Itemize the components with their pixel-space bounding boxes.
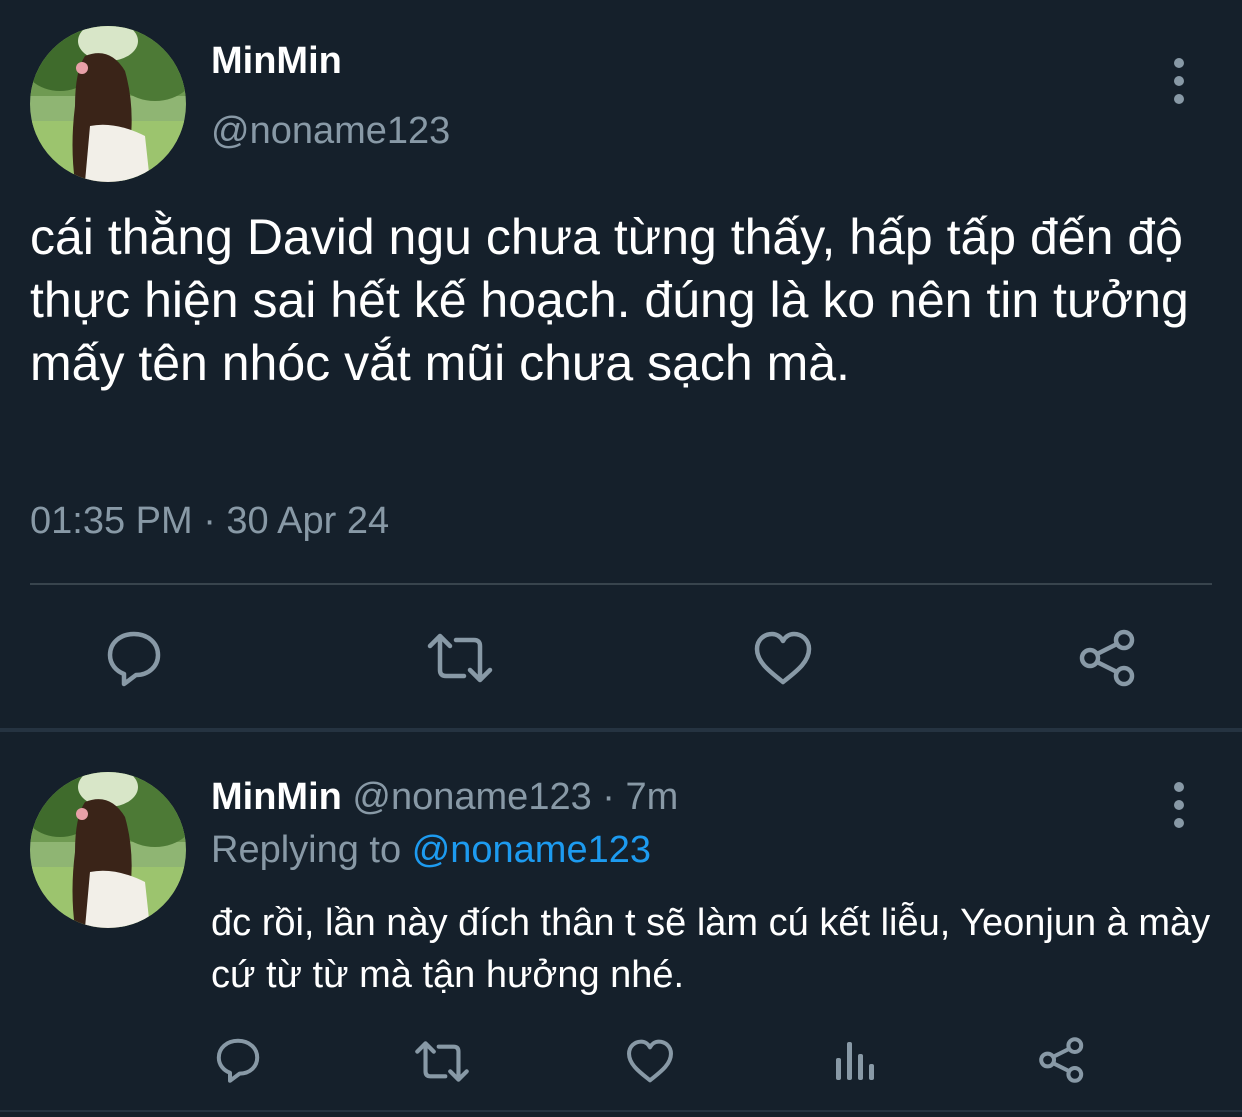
tweet-text: đc rồi, lần này đích thân t sẽ làm cú kế… — [211, 902, 1211, 996]
more-options-icon[interactable] — [1172, 782, 1186, 828]
retweet-icon[interactable] — [426, 632, 494, 689]
user-handle[interactable]: @noname123 — [211, 110, 450, 153]
share-icon[interactable] — [1078, 628, 1138, 693]
reply-icon[interactable] — [214, 1036, 262, 1089]
share-icon[interactable] — [1038, 1036, 1086, 1089]
divider — [0, 1110, 1242, 1112]
handle-and-time[interactable]: @noname123 · 7m — [352, 776, 678, 818]
more-options-icon[interactable] — [1172, 58, 1186, 104]
main-tweet: MinMin @noname123 cái thằng David ngu ch… — [0, 0, 1242, 730]
reply-icon[interactable] — [104, 628, 164, 693]
retweet-icon[interactable] — [414, 1040, 470, 1088]
replying-label: Replying to — [211, 829, 402, 871]
avatar[interactable] — [30, 26, 186, 182]
divider — [30, 583, 1212, 585]
display-name[interactable]: MinMin — [211, 776, 342, 818]
display-name[interactable]: MinMin — [211, 40, 342, 83]
tweet-timestamp[interactable]: 01:35 PM · 30 Apr 24 — [30, 500, 389, 543]
reply-header: MinMin @noname123 · 7m — [211, 776, 678, 819]
section-divider — [0, 728, 1242, 732]
tweet-text: cái thằng David ngu chưa từng thấy, hấp … — [30, 209, 1189, 391]
like-icon[interactable] — [752, 630, 814, 691]
analytics-icon[interactable] — [834, 1038, 878, 1087]
like-icon[interactable] — [625, 1038, 675, 1089]
replying-to: Replying to @noname123 — [211, 829, 651, 872]
avatar[interactable] — [30, 772, 186, 928]
mention-link[interactable]: @noname123 — [412, 829, 651, 871]
